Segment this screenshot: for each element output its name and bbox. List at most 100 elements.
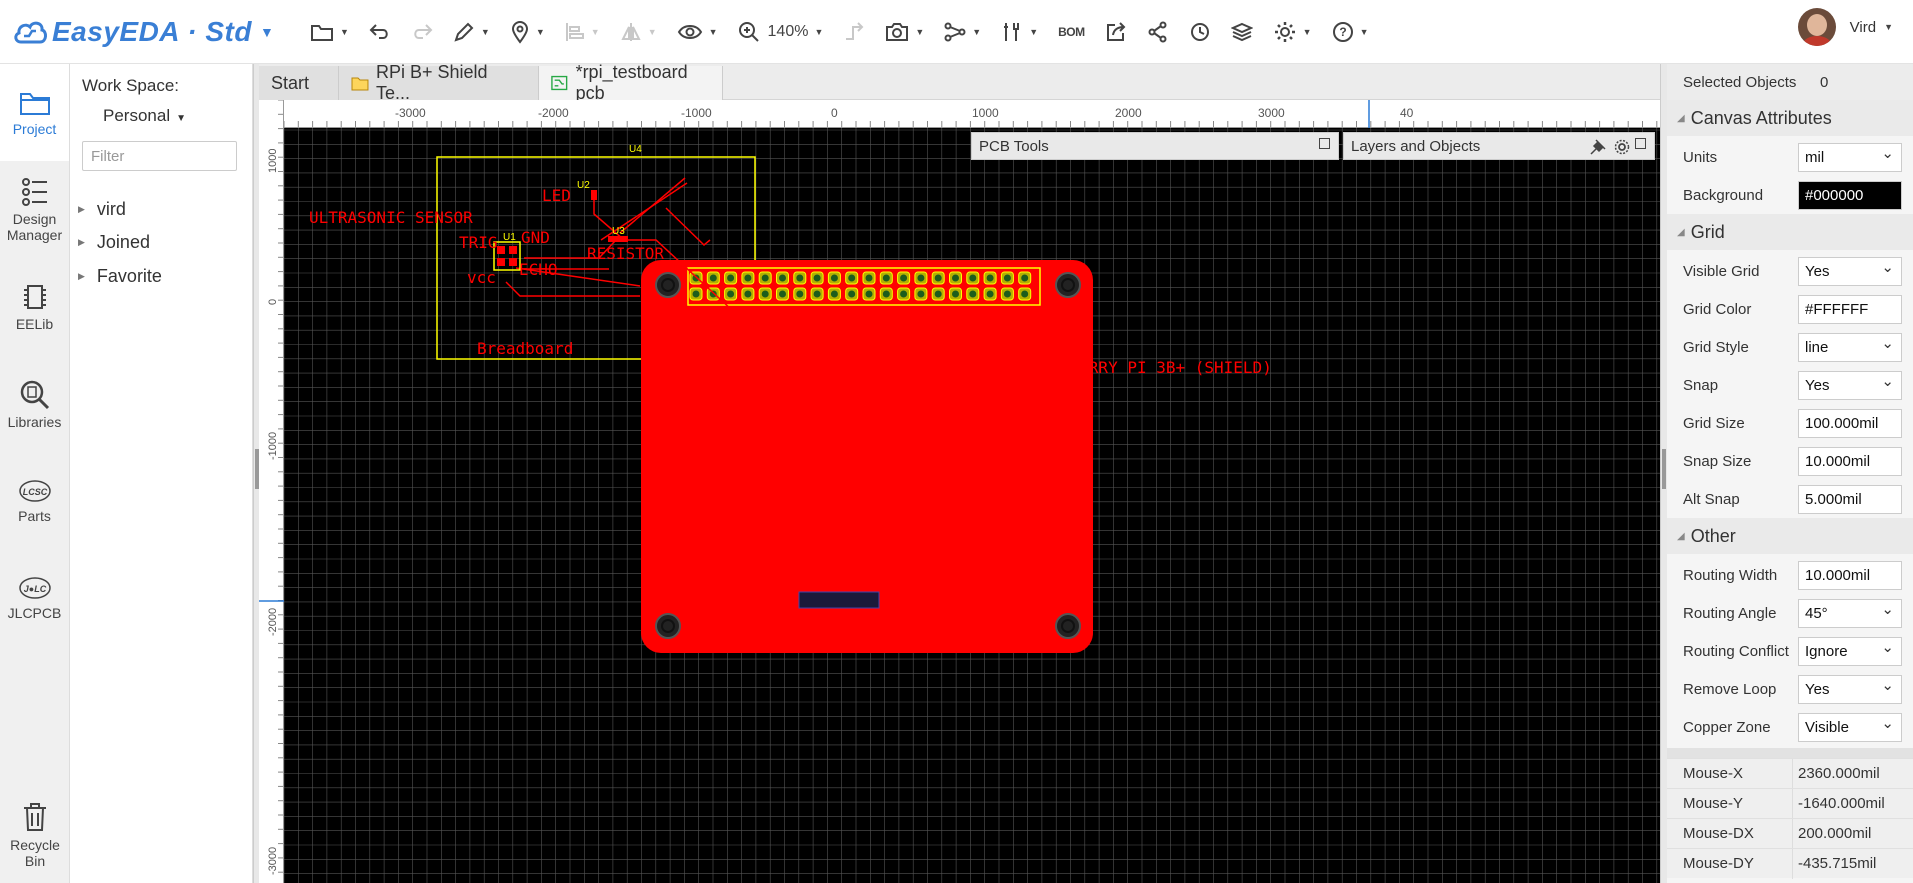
redo-icon	[414, 23, 433, 39]
gear-icon[interactable]	[1614, 139, 1630, 155]
place-button[interactable]: ▼	[500, 12, 555, 52]
copper-zone-select[interactable]: Visible	[1798, 712, 1902, 742]
mouse-dy-value: -435.715mil	[1798, 855, 1877, 872]
export-image-button[interactable]: ▼	[875, 12, 934, 52]
mouse-dx-label: Mouse-DX	[1683, 825, 1754, 842]
nav-design-manager[interactable]: Design Manager	[0, 161, 69, 258]
folder-icon	[311, 24, 333, 41]
ruler-label: 0	[267, 299, 279, 305]
tree-item-favorite[interactable]: ▶ Favorite	[78, 266, 162, 287]
export-button[interactable]	[1095, 12, 1137, 52]
filter-input[interactable]	[82, 141, 237, 171]
zoom-button[interactable]: 140% ▼	[728, 12, 834, 52]
grid-header[interactable]: ◢ Grid	[1667, 214, 1913, 250]
units-select[interactable]: mil	[1798, 142, 1902, 172]
grid-style-select[interactable]: line	[1798, 332, 1902, 362]
fabrication-button[interactable]: ▼	[934, 12, 991, 52]
snap-size-label: Snap Size	[1683, 452, 1752, 470]
snap-select[interactable]: Yes	[1798, 370, 1902, 400]
mouse-y-row: Mouse-Y -1640.000mil	[1667, 788, 1913, 819]
layers-title: Layers and Objects	[1351, 137, 1481, 155]
nav-parts[interactable]: LCSC Parts	[0, 452, 69, 549]
board-logo	[798, 591, 880, 609]
alt-snap-label: Alt Snap	[1683, 490, 1740, 508]
chevron-down-icon: ▼	[535, 26, 545, 37]
remove-loop-row: Remove Loop Yes	[1667, 670, 1913, 708]
nav-label: JLCPCB	[7, 604, 62, 621]
jlc-icon: J●LC	[18, 576, 51, 599]
copper-zone-row: Copper Zone Visible	[1667, 708, 1913, 746]
tree-item-joined[interactable]: ▶ Joined	[78, 232, 150, 253]
ruler-label: 1000	[267, 149, 279, 173]
view-button[interactable]: ▼	[667, 12, 728, 52]
pin-icon[interactable]	[1590, 139, 1606, 155]
bom-button[interactable]: BOM	[1048, 12, 1095, 52]
remove-loop-select[interactable]: Yes	[1798, 674, 1902, 704]
help-button[interactable]: ? ▼	[1322, 12, 1379, 52]
snap-size-field[interactable]: 10.000mil	[1798, 446, 1902, 476]
settings-button[interactable]: ▼	[1263, 12, 1322, 52]
undo-button[interactable]	[359, 12, 401, 52]
routing-conflict-select[interactable]: Ignore	[1798, 636, 1902, 666]
selected-objects-count: 0	[1820, 73, 1829, 91]
design-manager-icon	[21, 177, 47, 206]
nav-project[interactable]: Project	[0, 64, 69, 161]
routing-angle-select[interactable]: 45°	[1798, 598, 1902, 628]
other-header[interactable]: ◢ Other	[1667, 518, 1913, 554]
align-left-icon	[565, 22, 584, 41]
maximize-icon[interactable]	[1319, 138, 1330, 149]
snap-label: Snap	[1683, 376, 1719, 394]
grid-style-label: Grid Style	[1683, 338, 1749, 356]
bom-label: BOM	[1058, 24, 1085, 39]
align-button[interactable]: ▼	[555, 12, 610, 52]
splitter-handle[interactable]	[1662, 449, 1666, 489]
tab-label: RPi B+ Shield Te...	[375, 62, 488, 103]
flip-button[interactable]: ▼	[610, 12, 667, 52]
tab-pcb[interactable]: *rpi_testboard pcb	[539, 62, 723, 103]
tab-project[interactable]: RPi B+ Shield Te...	[339, 62, 539, 103]
tab-label: Start	[271, 72, 310, 93]
mouse-dy-row: Mouse-DY -435.715mil	[1667, 848, 1913, 879]
canvas-attributes-header[interactable]: ◢ Canvas Attributes	[1667, 100, 1913, 136]
redo-button[interactable]	[401, 12, 443, 52]
top-toolbar: EasyEDA · Std ▼ ▼ ▼ ▼ ▼ ▼ ▼ 140% ▼ ▼ ▼ ▼…	[0, 0, 1913, 64]
maximize-icon[interactable]	[1635, 138, 1646, 149]
history-button[interactable]	[1179, 12, 1221, 52]
mouse-x-value: 2360.000mil	[1798, 765, 1880, 782]
app-logo[interactable]: EasyEDA · Std ▼	[0, 16, 300, 48]
layers-button[interactable]	[1221, 12, 1263, 52]
draw-tool-button[interactable]: ▼	[443, 12, 500, 52]
nav-eelib[interactable]: EELib	[0, 258, 69, 355]
camera-icon	[886, 22, 909, 41]
alt-snap-field[interactable]: 5.000mil	[1798, 484, 1902, 514]
u2-component[interactable]	[591, 190, 597, 200]
tab-start[interactable]: Start	[259, 66, 339, 100]
routing-width-field[interactable]: 10.000mil	[1798, 560, 1902, 590]
nav-libraries[interactable]: Libraries	[0, 355, 69, 452]
grid-size-field[interactable]: 100.000mil	[1798, 408, 1902, 438]
grid-color-field[interactable]: #FFFFFF	[1798, 294, 1902, 324]
chevron-down-icon[interactable]: ▼	[260, 24, 274, 40]
zoom-in-icon	[738, 21, 759, 42]
background-color-field[interactable]: #000000	[1798, 180, 1902, 210]
open-file-button[interactable]: ▼	[300, 12, 359, 52]
tree-item-vird[interactable]: ▶ vird	[78, 199, 126, 220]
share-button[interactable]	[1137, 12, 1179, 52]
svg-text:J●LC: J●LC	[23, 584, 46, 594]
nav-recycle-bin[interactable]: Recycle Bin	[0, 786, 70, 883]
pcb-tools-panel[interactable]: PCB Tools	[971, 132, 1339, 160]
routing-conflict-value: Ignore	[1805, 642, 1848, 660]
tools-button[interactable]: ▼	[991, 12, 1048, 52]
pcb-canvas[interactable]: U4 ULTRASONIC SENSOR TRIG GND ECHO vcc L…	[284, 128, 1660, 883]
routing-angle-row: Routing Angle 45°	[1667, 594, 1913, 632]
copper-zone-label: Copper Zone	[1683, 718, 1771, 736]
visible-grid-select[interactable]: Yes	[1798, 256, 1902, 286]
layers-objects-panel[interactable]: Layers and Objects	[1343, 132, 1655, 160]
user-menu[interactable]: Vird ▼	[1797, 8, 1893, 46]
right-splitter[interactable]	[1660, 64, 1667, 883]
layers-icon	[1230, 22, 1253, 41]
workspace-select[interactable]: Personal ▼	[103, 106, 186, 126]
route-button[interactable]	[833, 12, 875, 52]
folder-icon	[19, 92, 50, 115]
nav-jlcpcb[interactable]: J●LC JLCPCB	[0, 549, 69, 646]
